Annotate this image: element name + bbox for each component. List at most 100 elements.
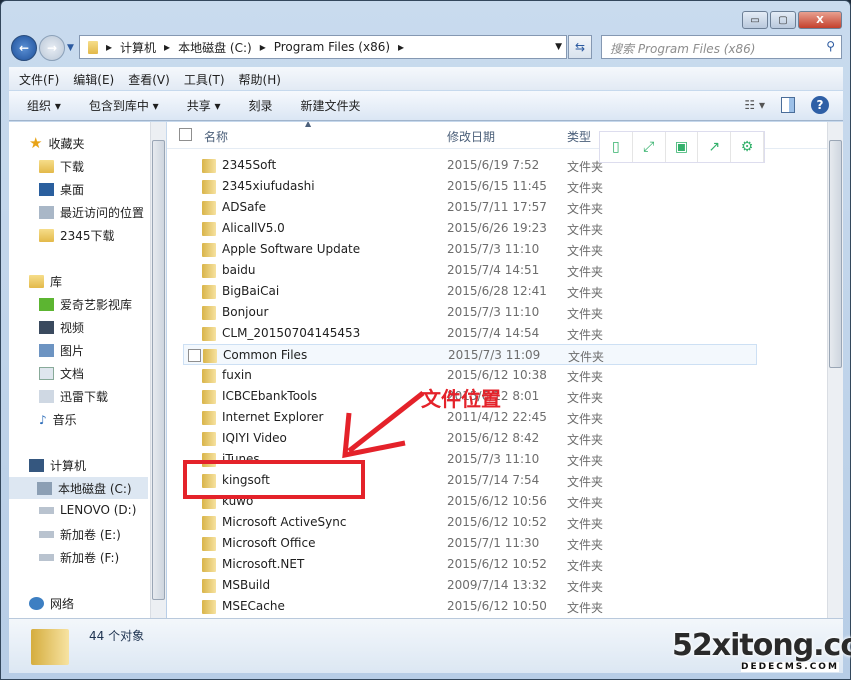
minimize-button[interactable]: ▭: [742, 11, 768, 29]
drive-icon: [37, 481, 52, 495]
row-checkbox[interactable]: [188, 349, 201, 362]
file-name: AlicallV5.0: [222, 221, 285, 235]
file-date: 2015/7/1 11:30: [447, 536, 540, 550]
file-row[interactable]: IQIYI Video 2015/6/12 8:42 文件夹: [183, 428, 757, 449]
file-row[interactable]: AlicallV5.0 2015/6/26 19:23 文件夹: [183, 218, 757, 239]
sort-indicator-icon: ▲: [305, 122, 312, 128]
new-folder-button[interactable]: 新建文件夹: [301, 97, 361, 114]
burn-button[interactable]: 刻录: [249, 97, 273, 114]
organize-button[interactable]: 组织 ▾: [27, 97, 61, 114]
select-all-checkbox[interactable]: [179, 128, 192, 141]
sidebar-libraries[interactable]: 库: [29, 273, 62, 290]
file-type: 文件夹: [567, 433, 604, 447]
file-date: 2015/6/12 10:56: [447, 494, 547, 508]
sidebar-scrollbar-thumb[interactable]: [152, 140, 165, 600]
breadcrumb-program-files[interactable]: Program Files (x86): [274, 40, 390, 54]
breadcrumb-computer[interactable]: 计算机: [120, 39, 156, 56]
file-row[interactable]: Microsoft Office 2015/7/1 11:30 文件夹: [183, 533, 757, 554]
file-row[interactable]: Common Files 2015/7/3 11:09 文件夹: [183, 344, 757, 365]
annotation-highlight-box: [183, 460, 365, 499]
address-bar[interactable]: ▸ 计算机 ▸ 本地磁盘 (C:) ▸ Program Files (x86) ▸ ▼: [79, 35, 567, 59]
view-options-icon[interactable]: ☷ ▾: [744, 98, 765, 112]
sidebar-item-pictures[interactable]: 图片: [39, 342, 84, 359]
library-icon: [29, 275, 44, 288]
sidebar-item-iqiyi[interactable]: 爱奇艺影视库: [39, 296, 132, 313]
back-button[interactable]: ←: [11, 35, 37, 61]
column-date[interactable]: 修改日期: [447, 128, 495, 145]
file-type: 文件夹: [567, 412, 604, 426]
column-name[interactable]: 名称: [204, 128, 228, 145]
file-name: Microsoft ActiveSync: [222, 515, 347, 529]
file-type: 文件夹: [567, 601, 604, 615]
save-icon[interactable]: ▣: [666, 132, 699, 162]
maximize-button[interactable]: ▢: [770, 11, 796, 29]
menu-file[interactable]: 文件(F): [19, 71, 59, 87]
sidebar-item-videos[interactable]: 视频: [39, 319, 84, 336]
item-count: 44 个对象: [89, 629, 145, 643]
folder-icon: [202, 558, 216, 572]
file-row[interactable]: Microsoft ActiveSync 2015/6/12 10:52 文件夹: [183, 512, 757, 533]
file-row[interactable]: Microsoft.NET 2015/6/12 10:52 文件夹: [183, 554, 757, 575]
sidebar-item-desktop[interactable]: 桌面: [39, 181, 84, 198]
folder-icon: [202, 159, 216, 173]
address-dropdown-icon[interactable]: ▼: [555, 42, 562, 52]
breadcrumb-drive-c[interactable]: 本地磁盘 (C:): [178, 39, 252, 56]
sidebar-scrollbar[interactable]: [150, 122, 166, 618]
menu-view[interactable]: 查看(V): [128, 71, 170, 87]
share-icon[interactable]: ↗: [698, 132, 732, 162]
search-input[interactable]: 搜索 Program Files (x86) ⚲: [601, 35, 842, 59]
menu-bar: 文件(F) 编辑(E) 查看(V) 工具(T) 帮助(H): [9, 67, 843, 90]
sidebar-item-recent[interactable]: 最近访问的位置: [39, 204, 144, 221]
phone-icon[interactable]: ▯: [600, 132, 633, 162]
watermark-logo: 52xitong.com: [672, 628, 851, 663]
preview-pane-icon[interactable]: [781, 97, 795, 113]
settings-icon[interactable]: ⚙: [731, 132, 764, 162]
drive-icon: [39, 531, 54, 538]
file-name: Microsoft Office: [222, 536, 316, 550]
sidebar-computer[interactable]: 计算机: [29, 457, 86, 474]
folder-icon: [202, 264, 216, 278]
close-button[interactable]: X: [798, 11, 842, 29]
file-type: 文件夹: [568, 350, 605, 364]
file-row[interactable]: Apple Software Update 2015/7/3 11:10 文件夹: [183, 239, 757, 260]
file-row[interactable]: CLM_20150704145453 2015/7/4 14:54 文件夹: [183, 323, 757, 344]
menu-help[interactable]: 帮助(H): [239, 71, 281, 87]
file-row[interactable]: baidu 2015/7/4 14:51 文件夹: [183, 260, 757, 281]
folder-icon: [39, 160, 54, 173]
history-dropdown-icon[interactable]: ▼: [67, 43, 74, 53]
search-icon[interactable]: ⚲: [826, 39, 835, 53]
sidebar-favorites[interactable]: ★ 收藏夹: [29, 134, 84, 152]
file-type: 文件夹: [567, 391, 604, 405]
refresh-button[interactable]: ⇆: [568, 35, 592, 59]
file-row[interactable]: MSECache 2015/6/12 10:50 文件夹: [183, 596, 757, 617]
fullscreen-icon[interactable]: ⤢: [633, 132, 666, 162]
sidebar-network[interactable]: 网络: [29, 595, 74, 612]
drive-icon: [39, 554, 54, 561]
sidebar-item-documents[interactable]: 文档: [39, 365, 84, 382]
file-list-scrollbar-thumb[interactable]: [829, 140, 842, 368]
sidebar-item-drive-e[interactable]: 新加卷 (E:): [39, 526, 121, 543]
file-row[interactable]: Bonjour 2015/7/3 11:10 文件夹: [183, 302, 757, 323]
sidebar-item-thunder-downloads[interactable]: 迅雷下载: [39, 388, 108, 405]
menu-edit[interactable]: 编辑(E): [73, 71, 114, 87]
forward-button[interactable]: →: [39, 35, 65, 61]
share-button[interactable]: 共享 ▾: [187, 97, 221, 114]
file-row[interactable]: 2345xiufudashi 2015/6/15 11:45 文件夹: [183, 176, 757, 197]
floating-tool-panel: ▯ ⤢ ▣ ↗ ⚙: [599, 131, 765, 163]
sidebar-item-drive-f[interactable]: 新加卷 (F:): [39, 549, 119, 566]
sidebar-item-drive-d[interactable]: LENOVO (D:): [39, 503, 136, 517]
file-row[interactable]: ADSafe 2015/7/11 17:57 文件夹: [183, 197, 757, 218]
menu-tools[interactable]: 工具(T): [184, 71, 225, 87]
file-list-scrollbar[interactable]: [827, 122, 843, 618]
file-date: 2015/6/12 8:42: [447, 431, 540, 445]
annotation-label: 文件位置: [421, 387, 501, 411]
sidebar-item-drive-c[interactable]: 本地磁盘 (C:): [9, 477, 148, 499]
sidebar-item-music[interactable]: ♪ 音乐: [39, 411, 77, 428]
help-icon[interactable]: ?: [811, 96, 829, 114]
include-in-library-button[interactable]: 包含到库中 ▾: [89, 97, 159, 114]
sidebar-item-2345-downloads[interactable]: 2345下载: [39, 227, 115, 244]
sidebar-item-downloads[interactable]: 下载: [39, 158, 84, 175]
file-row[interactable]: MSBuild 2009/7/14 13:32 文件夹: [183, 575, 757, 596]
column-type[interactable]: 类型: [567, 128, 591, 145]
file-row[interactable]: BigBaiCai 2015/6/28 12:41 文件夹: [183, 281, 757, 302]
